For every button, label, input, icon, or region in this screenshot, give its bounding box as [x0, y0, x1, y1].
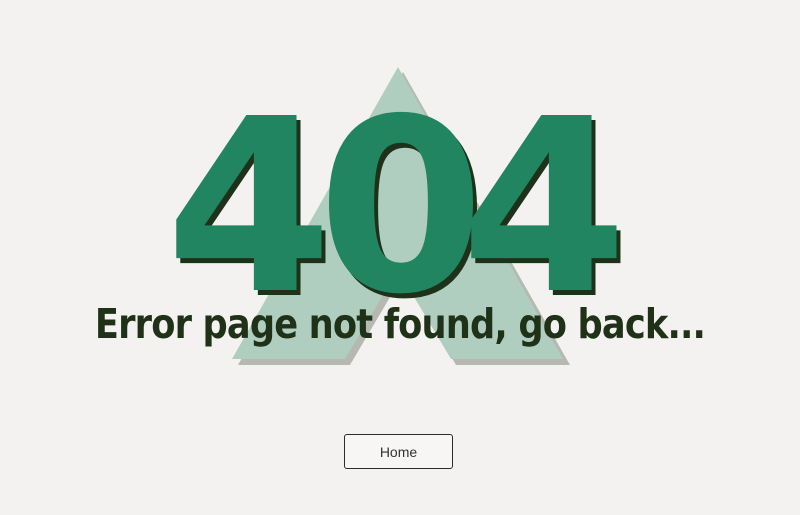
error-page: 4 0 4 4 0 4 Error page not found, go bac… — [0, 0, 800, 510]
error-message: Error page not found, go back... — [94, 300, 706, 348]
home-button[interactable]: Home — [344, 434, 453, 469]
